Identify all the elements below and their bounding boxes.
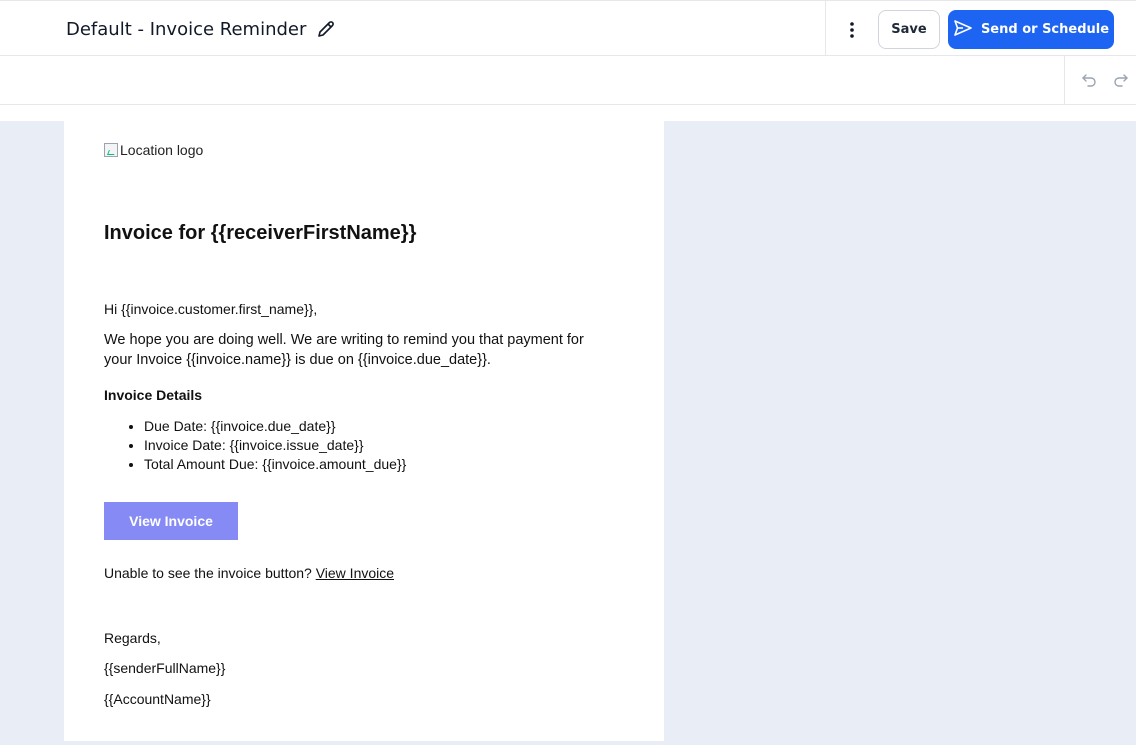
fallback-label: Unable to see the invoice button? bbox=[104, 565, 316, 581]
save-button[interactable]: Save bbox=[878, 10, 940, 49]
send-icon bbox=[953, 19, 973, 41]
redo-icon[interactable] bbox=[1112, 71, 1130, 89]
email-paragraph: We hope you are doing well. We are writi… bbox=[104, 332, 584, 368]
email-greeting: Hi {{invoice.customer.first_name}}, bbox=[104, 301, 318, 317]
invoice-details-title: Invoice Details bbox=[104, 387, 203, 403]
broken-image-icon bbox=[104, 143, 118, 157]
fallback-text: Unable to see the invoice button? View I… bbox=[104, 565, 394, 581]
toolbar-divider bbox=[1064, 56, 1065, 104]
email-preview[interactable]: Location logo Invoice for {{receiverFirs… bbox=[64, 121, 664, 741]
account-name: {{AccountName}} bbox=[104, 691, 211, 707]
email-heading: Invoice for {{receiverFirstName}} bbox=[104, 222, 417, 244]
logo-alt-text: Location logo bbox=[120, 142, 204, 158]
send-or-schedule-label: Send or Schedule bbox=[980, 22, 1110, 37]
more-vertical-icon[interactable] bbox=[840, 18, 864, 42]
regards-text: Regards, bbox=[104, 630, 161, 646]
top-bar: Default - Invoice Reminder Save Send or … bbox=[0, 0, 1136, 56]
list-item: Due Date: {{invoice.due_date}} bbox=[144, 417, 406, 436]
editor-toolbar bbox=[0, 56, 1136, 105]
view-invoice-button[interactable]: View Invoice bbox=[104, 502, 238, 540]
page-title: Default - Invoice Reminder bbox=[66, 18, 307, 40]
pencil-icon[interactable] bbox=[316, 19, 336, 39]
invoice-details-list: Due Date: {{invoice.due_date}} Invoice D… bbox=[104, 417, 406, 474]
list-item: Invoice Date: {{invoice.issue_date}} bbox=[144, 436, 406, 455]
title-area: Default - Invoice Reminder bbox=[66, 1, 336, 57]
send-or-schedule-button[interactable]: Send or Schedule bbox=[948, 10, 1114, 49]
undo-icon[interactable] bbox=[1080, 71, 1098, 89]
location-logo: Location logo bbox=[104, 142, 203, 158]
sender-name: {{senderFullName}} bbox=[104, 660, 226, 676]
view-invoice-link[interactable]: View Invoice bbox=[316, 565, 394, 581]
list-item: Total Amount Due: {{invoice.amount_due}} bbox=[144, 455, 406, 474]
header-divider bbox=[825, 1, 826, 56]
